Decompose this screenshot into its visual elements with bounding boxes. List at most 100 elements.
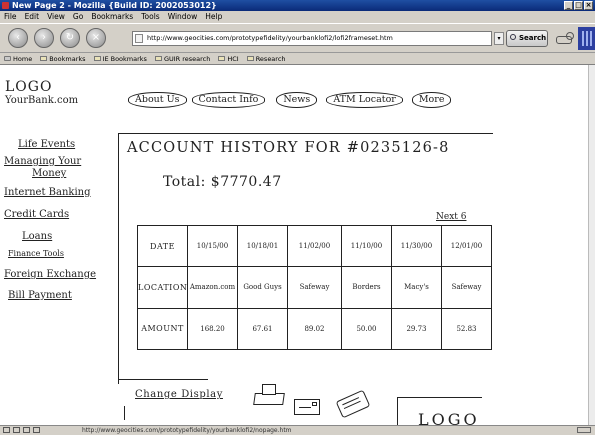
menu-bar: File Edit View Go Bookmarks Tools Window… (0, 11, 595, 23)
navigator-icon[interactable] (3, 427, 10, 433)
menu-view[interactable]: View (47, 11, 65, 23)
menu-bookmarks[interactable]: Bookmarks (91, 11, 133, 23)
address-book-icon[interactable] (33, 427, 40, 433)
envelope-icon[interactable] (294, 399, 320, 415)
nav-more[interactable]: More (411, 92, 452, 108)
table-cell: 11/02/00 (287, 224, 342, 268)
forward-icon[interactable]: › (34, 28, 54, 48)
print-button[interactable] (552, 29, 576, 49)
bookmarks-toolbar: Home Bookmarks IE Bookmarks GUIR researc… (0, 53, 595, 65)
menu-window[interactable]: Window (168, 11, 198, 23)
bookmark-hci[interactable]: HCI (218, 53, 239, 65)
search-label: Search (519, 34, 547, 42)
navigation-toolbar: ‹ › ↻ × http://www.geocities.com/prototy… (0, 23, 595, 53)
sidebar-item-life-events[interactable]: Life Events (18, 139, 114, 151)
table-cell: Borders (341, 266, 392, 309)
back-icon[interactable]: ‹ (8, 28, 28, 48)
row-label-location: LOCATION (137, 266, 188, 309)
footer-logo: LOGO (397, 397, 482, 425)
sidebar-item-finance-tools[interactable]: Finance Tools (8, 248, 114, 260)
top-navigation: About Us Contact Info News ATM Locator M… (128, 92, 452, 108)
bookmark-bookmarks[interactable]: Bookmarks (40, 53, 86, 65)
folder-icon (154, 56, 162, 61)
table-row-date: DATE 10/15/00 10/18/01 11/02/00 11/10/00… (137, 224, 492, 268)
table-cell: Safeway (441, 266, 492, 309)
table-cell: 10/18/01 (237, 224, 288, 268)
sidebar-item-managing-your-money[interactable]: Managing Your (4, 156, 114, 168)
nav-news[interactable]: News (276, 92, 318, 108)
divider-tick (124, 406, 125, 420)
nav-about-us[interactable]: About Us (128, 92, 187, 108)
footer-logo-text: LOGO (418, 410, 480, 425)
credit-card-icon[interactable] (335, 389, 371, 419)
url-text: http://www.geocities.com/prototypefideli… (147, 34, 393, 42)
reload-icon[interactable]: ↻ (60, 28, 80, 48)
table-row-location: LOCATION Amazon.com Good Guys Safeway Bo… (137, 266, 492, 309)
status-icons (3, 427, 40, 433)
bookmark-guir-research[interactable]: GUIR research (154, 53, 210, 65)
vertical-scrollbar[interactable] (588, 65, 595, 425)
sidebar-nav: Life Events Managing Your Money Internet… (4, 139, 114, 302)
folder-icon (246, 56, 254, 61)
menu-tools[interactable]: Tools (141, 11, 159, 23)
table-cell: 12/01/00 (441, 224, 492, 268)
row-label-amount: AMOUNT (137, 307, 188, 351)
url-input[interactable]: http://www.geocities.com/prototypefideli… (132, 31, 492, 46)
mozilla-throbber-icon[interactable] (578, 27, 595, 50)
menu-file[interactable]: File (4, 11, 17, 23)
sidebar-item-loans[interactable]: Loans (22, 231, 114, 243)
maximize-button[interactable]: □ (574, 1, 583, 10)
mozilla-app-icon (2, 2, 9, 9)
menu-go[interactable]: Go (73, 11, 83, 23)
status-text: http://www.geocities.com/prototypefideli… (82, 427, 292, 434)
minimize-button[interactable]: _ (564, 1, 573, 10)
sidebar-item-internet-banking[interactable]: Internet Banking (4, 187, 114, 199)
folder-icon (40, 56, 48, 61)
composer-icon[interactable] (23, 427, 30, 433)
account-history-title: ACCOUNT HISTORY FOR #0235126-8 (127, 140, 450, 156)
menu-help[interactable]: Help (205, 11, 222, 23)
status-bar: http://www.geocities.com/prototypefideli… (0, 425, 595, 435)
table-row-amount: AMOUNT 168.20 67.61 89.02 50.00 29.73 52… (137, 307, 492, 351)
site-logo[interactable]: LOGO YourBank.com (5, 80, 78, 108)
menu-edit[interactable]: Edit (25, 11, 40, 23)
close-button[interactable]: × (584, 1, 593, 10)
nav-atm-locator[interactable]: ATM Locator (326, 92, 403, 108)
bookmark-ie-bookmarks[interactable]: IE Bookmarks (93, 53, 147, 65)
account-history-panel: ACCOUNT HISTORY FOR #0235126-8 Total: $7… (118, 133, 493, 384)
table-cell: 11/30/00 (391, 224, 442, 268)
bookmark-home[interactable]: Home (4, 53, 32, 65)
account-total: Total: $7770.47 (163, 174, 282, 190)
table-cell: 11/10/00 (341, 224, 392, 268)
table-cell: 29.73 (391, 307, 442, 351)
table-cell: 52.83 (441, 307, 492, 351)
row-label-date: DATE (137, 224, 188, 268)
page-icon (135, 34, 143, 43)
sidebar-item-foreign-exchange[interactable]: Foreign Exchange (4, 269, 114, 281)
mail-icon[interactable] (13, 427, 20, 433)
change-display-link[interactable]: Change Display (135, 389, 223, 400)
window-title-bar: New Page 2 - Mozilla {Build ID: 20020530… (0, 0, 595, 11)
table-cell: Macy's (391, 266, 442, 309)
bookmark-research[interactable]: Research (246, 53, 286, 65)
table-cell: 50.00 (341, 307, 392, 351)
divider-line (118, 379, 208, 380)
stop-icon[interactable]: × (86, 28, 106, 48)
next-6-link[interactable]: Next 6 (436, 212, 466, 222)
window-controls: _ □ × (564, 1, 593, 10)
sidebar-item-credit-cards[interactable]: Credit Cards (4, 209, 114, 221)
folder-icon (218, 56, 226, 61)
security-icon (577, 427, 591, 433)
sidebar-item-bill-payment[interactable]: Bill Payment (8, 290, 114, 302)
table-cell: 67.61 (237, 307, 288, 351)
table-cell: Safeway (287, 266, 342, 309)
table-cell: Good Guys (237, 266, 288, 309)
printer-icon[interactable] (253, 383, 285, 409)
search-button[interactable]: Search (506, 30, 548, 47)
home-icon (4, 56, 11, 61)
nav-contact-info[interactable]: Contact Info (191, 92, 266, 108)
sidebar-item-money[interactable]: Money (32, 168, 114, 180)
url-dropdown-button[interactable]: ▾ (494, 32, 504, 45)
transaction-table: DATE 10/15/00 10/18/01 11/02/00 11/10/00… (137, 224, 492, 351)
table-cell: 168.20 (187, 307, 238, 351)
